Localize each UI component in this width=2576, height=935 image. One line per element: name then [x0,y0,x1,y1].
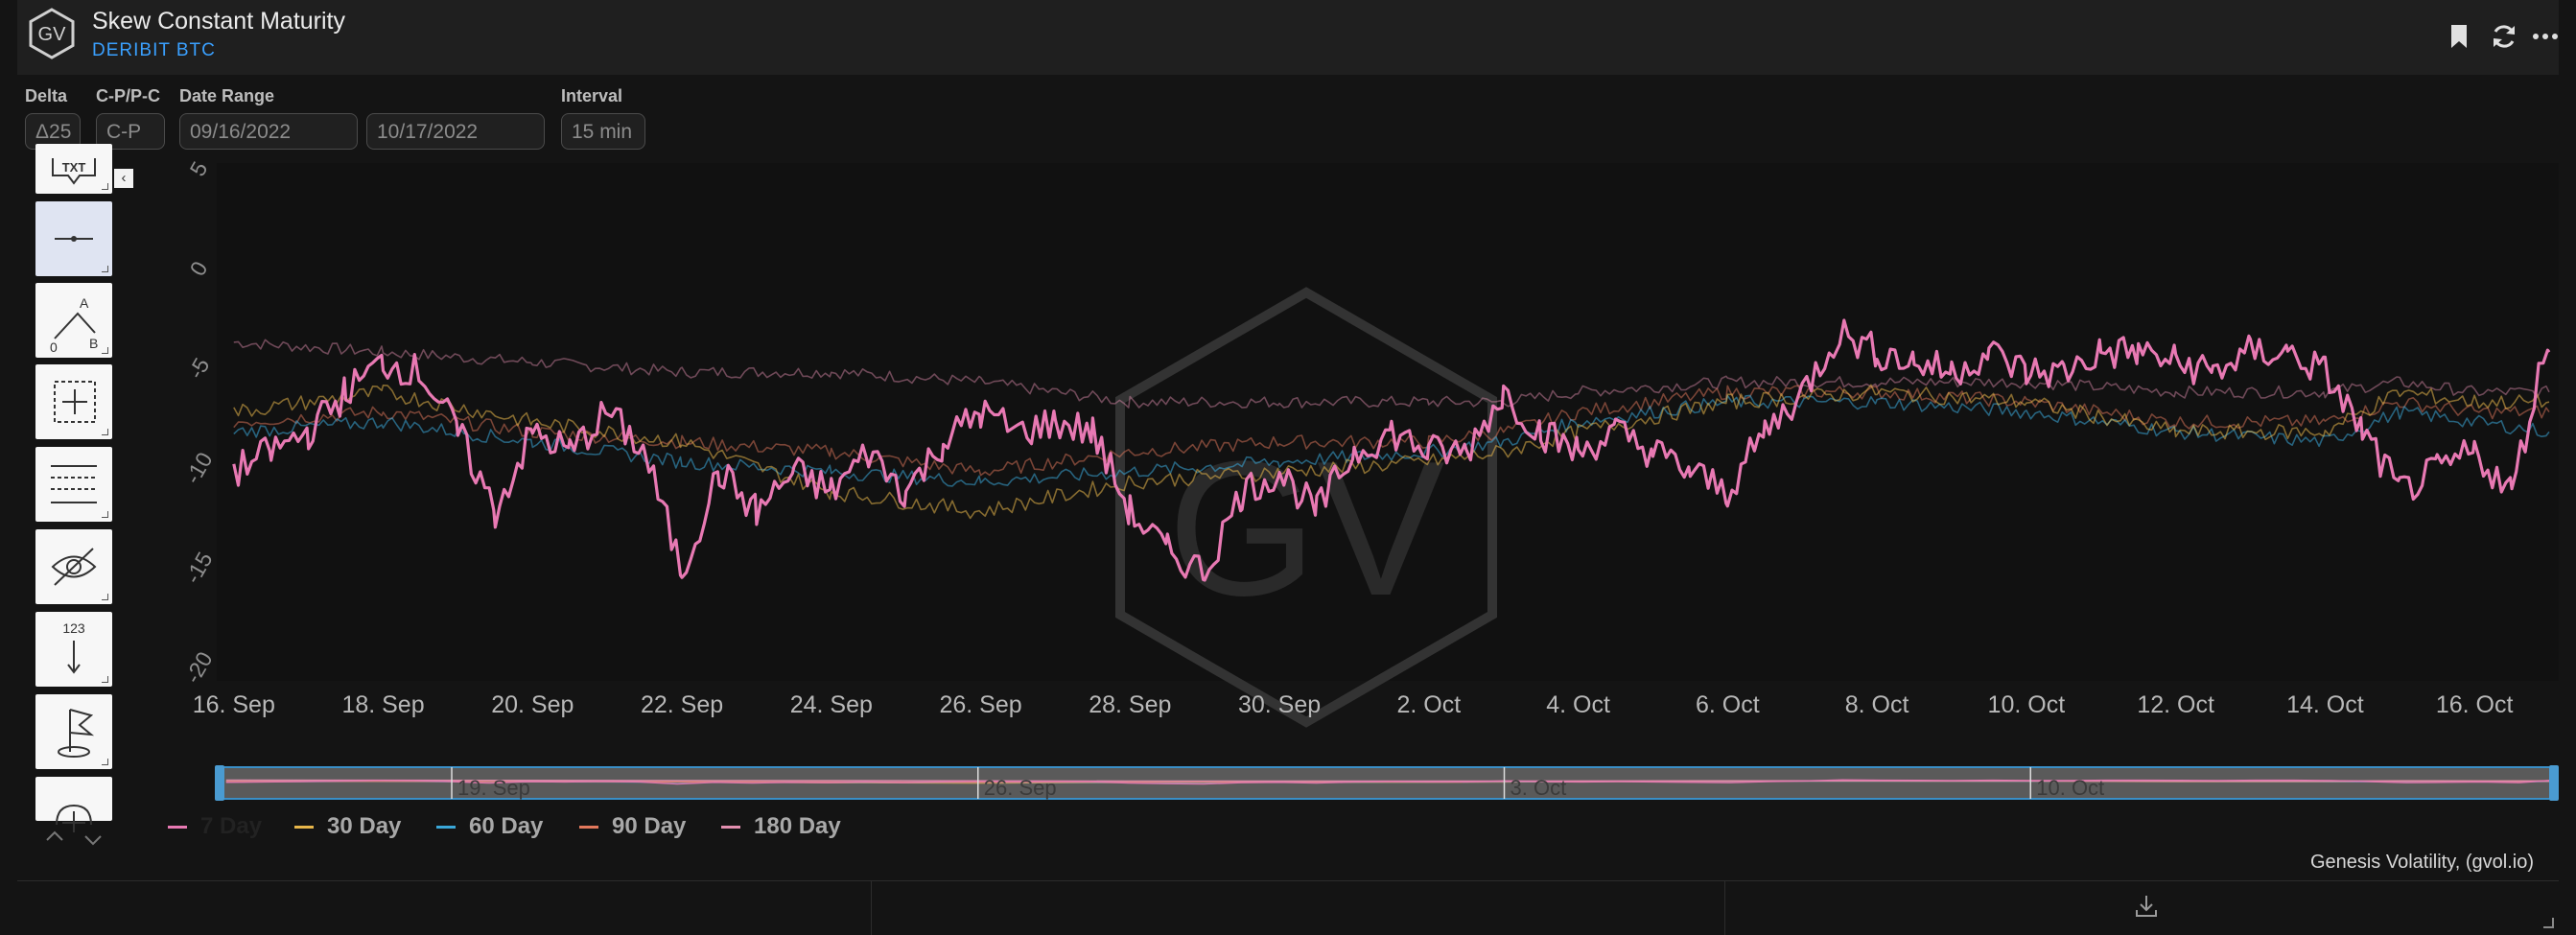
x-tick-label: 28. Sep [1089,691,1171,718]
widget-footer [17,880,2559,935]
legend-item-30-day[interactable]: 30 Day [294,813,401,840]
toolbar-scroll-up-icon[interactable] [44,829,65,844]
x-tick-label: 22. Sep [641,691,723,718]
legend-swatch [721,826,740,830]
tool-magnet[interactable] [35,777,112,832]
chart-widget: GV Skew Constant Maturity DERIBIT BTC De… [17,0,2559,935]
navigator-handle-right [2549,765,2559,801]
download-icon[interactable] [2133,893,2160,920]
tool-hide-drawings[interactable] [35,529,112,604]
svg-text:B: B [89,336,98,351]
measure-tool-icon: 123 [62,620,85,674]
y-tick-label: -5 [183,354,215,384]
legend-item-7-day[interactable]: 7 Day [168,813,262,840]
navigator-label: 26. Sep [984,776,1057,800]
x-tick-label: 26. Sep [939,691,1021,718]
toolbar-collapse-icon[interactable]: ‹ [114,169,133,188]
tool-fibonacci[interactable] [35,447,112,522]
x-tick-label: 12. Oct [2137,691,2214,718]
legend-swatch [294,826,314,830]
resize-handle-icon[interactable] [2541,916,2555,929]
svg-text:123: 123 [62,620,85,636]
fibonacci-tool-icon [51,465,97,503]
tool-text-label: TXT [62,160,86,175]
legend-swatch [436,826,456,830]
y-tick-label: -10 [180,448,218,488]
legend-label: 60 Day [469,813,544,839]
x-tick-label: 20. Sep [491,691,574,718]
tool-abc-pattern[interactable]: A 0 B [35,283,112,358]
x-tick-label: 2. Oct [1396,691,1461,718]
legend-item-60-day[interactable]: 60 Day [436,813,543,840]
navigator-label: 3. Oct [1510,776,1567,800]
svg-text:0: 0 [50,339,58,355]
y-tick-label: -20 [180,647,218,688]
navigator-label: 10. Oct [2036,776,2104,800]
legend-item-180-day[interactable]: 180 Day [721,813,841,840]
legend-swatch [168,826,187,830]
x-tick-label: 30. Sep [1238,691,1321,718]
legend-label: 90 Day [612,813,687,839]
legend-swatch [579,826,598,830]
svg-text:A: A [80,295,89,311]
y-tick-label: -15 [180,548,218,588]
y-tick-label: 5 [185,157,213,180]
x-tick-label: 16. Sep [193,691,275,718]
line-tool-icon [55,236,93,242]
navigator [218,766,2558,800]
hide-drawings-icon [51,548,97,586]
navigator-label: 19. Sep [457,776,530,800]
x-tick-label: 16. Oct [2436,691,2514,718]
tool-measure[interactable]: 123 [35,612,112,687]
x-tick-label: 18. Sep [341,691,424,718]
tool-line[interactable] [35,201,112,276]
x-tick-label: 24. Sep [790,691,873,718]
legend-label: 7 Day [200,813,263,839]
navigator-handle-left [215,765,224,801]
x-tick-label: 8. Oct [1845,691,1909,718]
x-tick-label: 14. Oct [2286,691,2364,718]
x-tick-label: 4. Oct [1546,691,1610,718]
legend-label: 180 Day [754,813,841,839]
tool-crosshair[interactable] [35,364,112,439]
y-tick-label: 0 [185,257,213,280]
legend-label: 30 Day [327,813,402,839]
toolbar-scroll-down-icon[interactable] [82,832,104,848]
legend-item-90-day[interactable]: 90 Day [579,813,686,840]
tool-text[interactable]: TXT [35,144,112,194]
watermark-text: GV [1168,422,1445,636]
abc-pattern-icon: A 0 B [50,295,98,355]
tool-flag[interactable] [35,694,112,769]
crosshair-tool-icon [54,381,96,423]
flag-tool-icon [58,709,95,758]
credit-text[interactable]: Genesis Volatility, (gvol.io) [2310,852,2534,874]
x-tick-label: 6. Oct [1696,691,1760,718]
skew-chart[interactable]: GV 5 0 -5 -10 -15 -20 16. Sep 18. Sep 20. Sep 22. … [17,0,2559,880]
x-tick-label: 10. Oct [1988,691,2066,718]
